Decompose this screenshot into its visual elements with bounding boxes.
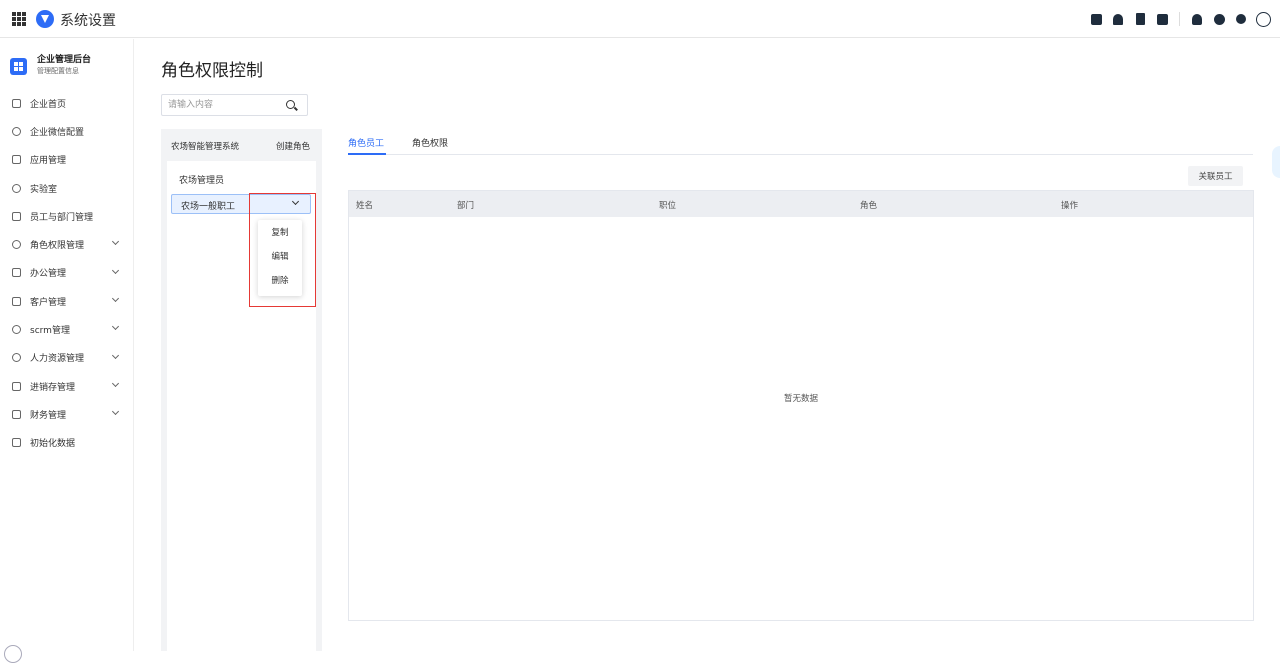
customer-icon: [12, 296, 21, 306]
tab-bar: 角色员工 角色权限: [348, 130, 1253, 155]
sidebar-item-role[interactable]: 角色权限管理: [0, 230, 134, 258]
brand-text: 企业管理后台 管理配置信息: [37, 55, 91, 77]
inventory-icon: [12, 381, 21, 391]
sidebar-item-inventory[interactable]: 进销存管理: [0, 372, 134, 400]
checkbox-icon[interactable]: [1085, 10, 1107, 28]
brand-name: 企业管理后台: [37, 55, 92, 65]
search-input[interactable]: [162, 96, 280, 114]
chevron-down-icon: [111, 351, 120, 359]
sidebar-item-finance[interactable]: 财务管理: [0, 400, 134, 428]
empty-state-text: 暂无数据: [783, 394, 818, 404]
brand-icon: [10, 57, 27, 75]
column-header: 姓名: [356, 201, 374, 211]
finance-icon: [12, 409, 21, 419]
init-icon: [12, 438, 21, 448]
table-header: 姓名 部门 职位 角色 操作: [349, 191, 1253, 217]
sidebar-item-label: 企业首页: [30, 99, 67, 110]
app-title: 系统设置: [60, 13, 116, 29]
sidebar-item-label: 实验室: [30, 184, 58, 195]
sidebar-item-label: 客户管理: [30, 297, 67, 308]
user-icon[interactable]: [1107, 10, 1129, 28]
sidebar-item-wechat[interactable]: 企业微信配置: [0, 117, 134, 145]
gear-icon[interactable]: [1230, 10, 1252, 28]
sidebar-item-init[interactable]: 初始化数据: [0, 429, 134, 457]
page-title: 角色权限控制: [161, 61, 263, 81]
sidebar-item-home[interactable]: 企业首页: [0, 89, 134, 117]
chevron-down-icon: [111, 238, 120, 246]
column-header: 操作: [1061, 201, 1079, 211]
top-toolbar: [1085, 10, 1274, 28]
sidebar-item-label: 财务管理: [30, 410, 67, 421]
team-icon: [12, 211, 21, 221]
hr-icon: [12, 353, 21, 363]
sidebar-item-label: 员工与部门管理: [30, 212, 94, 223]
link-staff-button[interactable]: 关联员工: [1188, 166, 1243, 186]
chevron-down-icon: [111, 408, 120, 416]
brand[interactable]: 企业管理后台 管理配置信息: [10, 55, 91, 77]
lab-icon: [12, 183, 21, 193]
sidebar-item-apps[interactable]: 应用管理: [0, 146, 134, 174]
column-header: 职位: [659, 201, 677, 211]
sidebar-item-hr[interactable]: 人力资源管理: [0, 344, 134, 372]
highlight-box: [249, 193, 316, 307]
chevron-down-icon: [111, 323, 120, 331]
sidebar-item-label: 进销存管理: [30, 382, 76, 393]
role-item-label: 农场一般职工: [181, 202, 236, 212]
role-item-admin[interactable]: 农场管理员: [179, 173, 224, 186]
chevron-down-icon: [111, 295, 120, 303]
help-icon[interactable]: [1208, 10, 1230, 28]
logo-icon: [36, 10, 54, 28]
column-header: 角色: [860, 201, 878, 211]
sidebar-item-scrm[interactable]: scrm管理: [0, 315, 134, 343]
sidebar-item-label: 办公管理: [30, 269, 67, 280]
sidebar-item-label: 初始化数据: [30, 439, 76, 450]
bell-icon[interactable]: [1186, 10, 1208, 28]
help-bubble-icon[interactable]: [4, 645, 22, 663]
sidebar-item-label: scrm管理: [30, 326, 70, 337]
avatar-icon[interactable]: [1252, 10, 1274, 28]
document-icon[interactable]: [1129, 10, 1151, 28]
toolbar-divider: [1179, 12, 1180, 26]
staff-table: 姓名 部门 职位 角色 操作 暂无数据: [348, 190, 1254, 621]
search-icon[interactable]: [286, 100, 295, 109]
sidebar-item-customer[interactable]: 客户管理: [0, 287, 134, 315]
wechat-icon: [12, 126, 21, 136]
sidebar-item-lab[interactable]: 实验室: [0, 174, 134, 202]
sidebar: 企业管理后台 管理配置信息 企业首页 企业微信配置 应用管理 实验室 员工与部门…: [0, 39, 134, 663]
sidebar-item-office[interactable]: 办公管理: [0, 259, 134, 287]
sidebar-menu: 企业首页 企业微信配置 应用管理 实验室 员工与部门管理 角色权限管理 办公管理…: [0, 89, 134, 457]
active-tab-indicator: [348, 153, 386, 155]
bookmark-icon[interactable]: [1151, 10, 1173, 28]
app-grid-icon[interactable]: [12, 12, 26, 26]
create-role-button[interactable]: 创建角色: [276, 140, 310, 152]
chevron-down-icon: [111, 266, 120, 274]
search-box: [161, 94, 308, 116]
sidebar-item-label: 应用管理: [30, 156, 67, 167]
top-bar: 系统设置: [0, 0, 1280, 38]
role-icon: [12, 240, 21, 250]
tab-role-permission[interactable]: 角色权限: [412, 136, 448, 149]
sidebar-item-label: 角色权限管理: [30, 241, 85, 252]
home-icon: [12, 98, 21, 108]
apps-icon: [12, 155, 21, 165]
scrm-icon: [12, 325, 21, 335]
sidebar-item-label: 企业微信配置: [30, 127, 85, 138]
tab-role-staff[interactable]: 角色员工: [348, 136, 384, 149]
system-name: 农场智能管理系统: [171, 142, 240, 152]
column-header: 部门: [457, 201, 475, 211]
side-float-tab[interactable]: [1272, 146, 1280, 178]
office-icon: [12, 268, 21, 278]
sidebar-item-label: 人力资源管理: [30, 354, 85, 365]
brand-subtitle: 管理配置信息: [37, 67, 79, 75]
sidebar-item-team[interactable]: 员工与部门管理: [0, 202, 134, 230]
chevron-down-icon: [111, 379, 120, 388]
